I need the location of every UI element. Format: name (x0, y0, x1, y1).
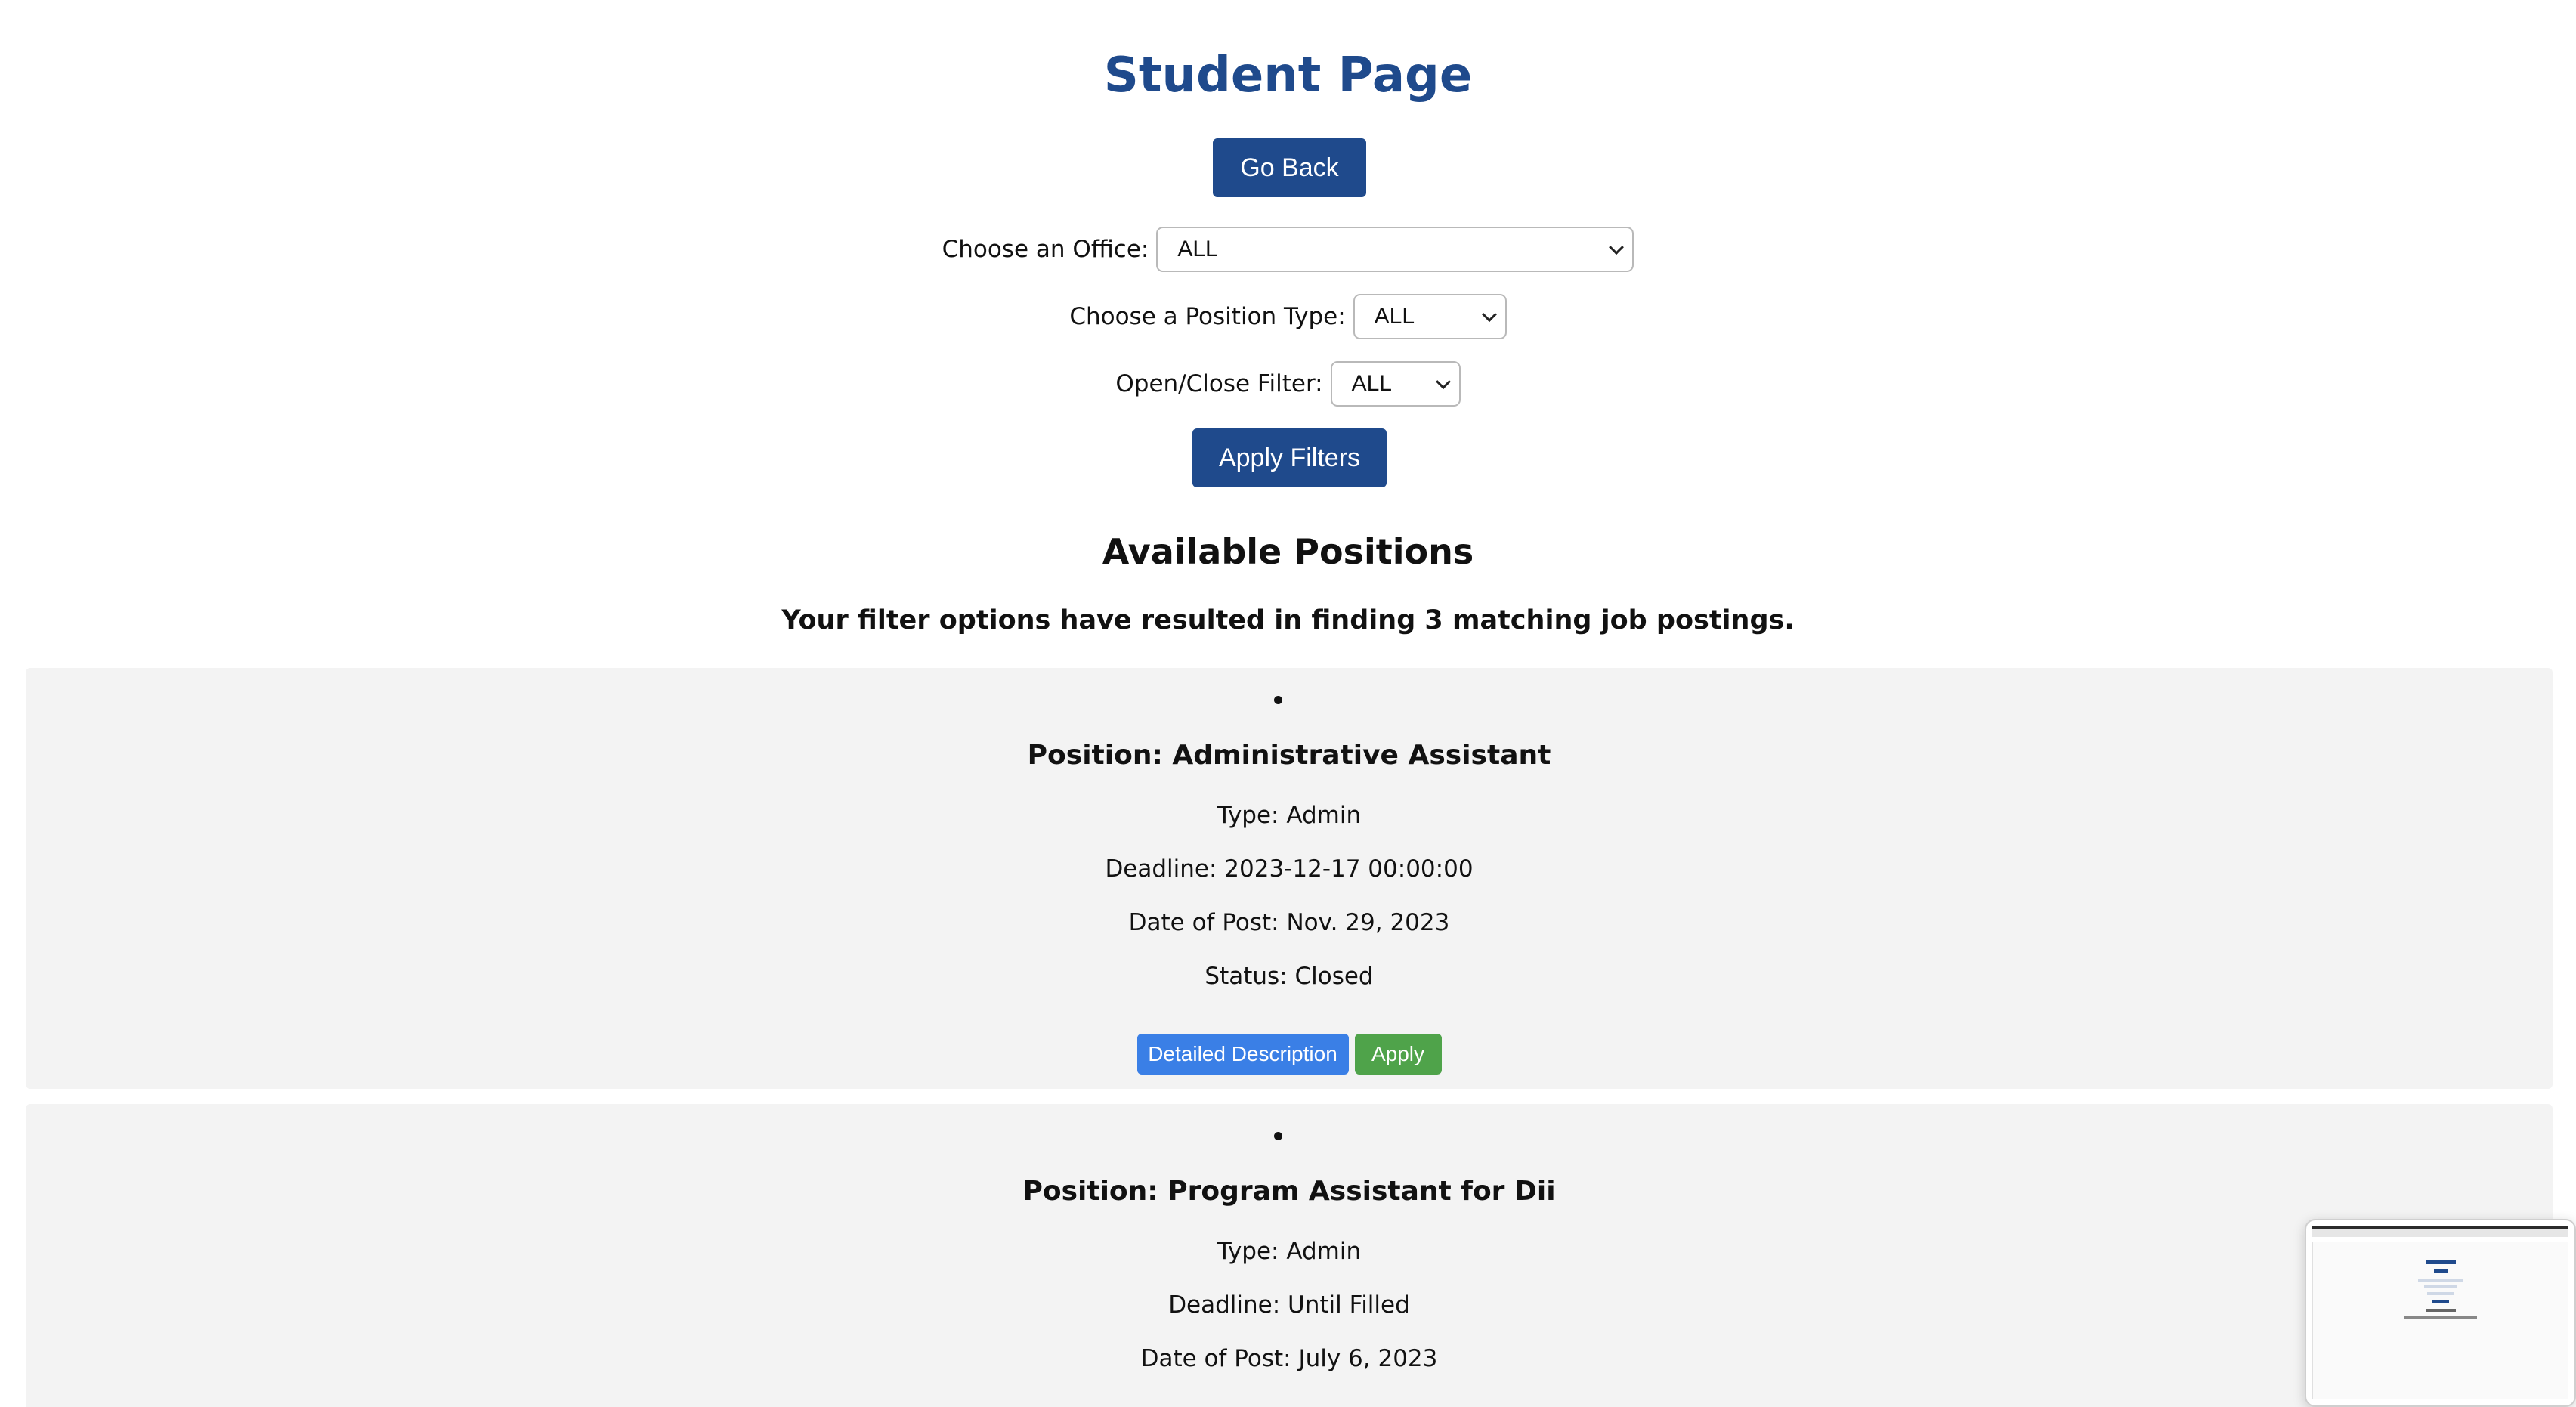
thumbnail-title (2425, 1260, 2456, 1264)
posting-actions: Detailed Description Apply (26, 1034, 2553, 1075)
position-type-select-value: ALL (1374, 304, 1415, 329)
results-summary: Your filter options have resulted in fin… (781, 605, 1795, 635)
posting-type: Type: Admin (1217, 802, 1362, 829)
go-back-button[interactable]: Go Back (1213, 138, 1366, 197)
open-close-select-value: ALL (1351, 371, 1392, 396)
posting-deadline: Deadline: Until Filled (1168, 1291, 1410, 1319)
chevron-down-icon (1435, 374, 1451, 390)
thumbnail-filter (2426, 1292, 2454, 1295)
apply-filters-button[interactable]: Apply Filters (1192, 428, 1387, 487)
job-posting-card: Position: Administrative Assistant Type:… (26, 668, 2553, 1089)
posting-deadline: Deadline: 2023-12-17 00:00:00 (1105, 855, 1474, 883)
position-type-filter-row: Choose a Position Type: ALL (0, 294, 2576, 339)
page-title: Student Page (1103, 48, 1473, 104)
list-bullet (1274, 696, 1282, 704)
thumbnail-browser-bar (2312, 1226, 2568, 1237)
thumbnail-heading (2425, 1309, 2456, 1312)
detailed-description-button[interactable]: Detailed Description (1136, 1034, 1349, 1075)
office-select-value: ALL (1177, 237, 1218, 261)
open-close-select[interactable]: ALL (1330, 361, 1461, 407)
posting-position: Position: Administrative Assistant (1027, 740, 1551, 771)
screenshot-preview-thumbnail[interactable] (2305, 1219, 2576, 1407)
office-filter-row: Choose an Office: ALL (0, 227, 2576, 272)
open-close-filter-label: Open/Close Filter: (1115, 370, 1323, 397)
thumbnail-filter (2417, 1279, 2463, 1282)
thumbnail-button (2432, 1300, 2449, 1303)
student-page: Student Page Go Back Choose an Office: A… (0, 0, 2576, 1407)
posting-type: Type: Admin (1217, 1238, 1362, 1265)
office-select[interactable]: ALL (1156, 227, 1634, 272)
chevron-down-icon (1481, 307, 1497, 323)
posting-date-of-post: Date of Post: July 6, 2023 (1140, 1345, 1438, 1372)
posting-position: Position: Program Assistant for Dii (1022, 1176, 1556, 1207)
thumbnail-page-preview (2312, 1242, 2568, 1399)
posting-date-of-post: Date of Post: Nov. 29, 2023 (1128, 909, 1450, 936)
thumbnail-button (2433, 1269, 2448, 1273)
job-posting-card: Position: Program Assistant for Dii Type… (26, 1104, 2553, 1407)
available-positions-heading: Available Positions (1102, 531, 1474, 572)
open-close-filter-row: Open/Close Filter: ALL (0, 361, 2576, 407)
office-filter-label: Choose an Office: (942, 236, 1149, 263)
chevron-down-icon (1609, 240, 1625, 255)
thumbnail-filter (2423, 1285, 2457, 1288)
posting-status: Status: Closed (1205, 963, 1374, 990)
list-bullet (1274, 1132, 1282, 1140)
thumbnail-text (2404, 1316, 2477, 1319)
position-type-select[interactable]: ALL (1353, 294, 1507, 339)
apply-button[interactable]: Apply (1354, 1034, 1442, 1075)
position-type-filter-label: Choose a Position Type: (1069, 303, 1346, 330)
